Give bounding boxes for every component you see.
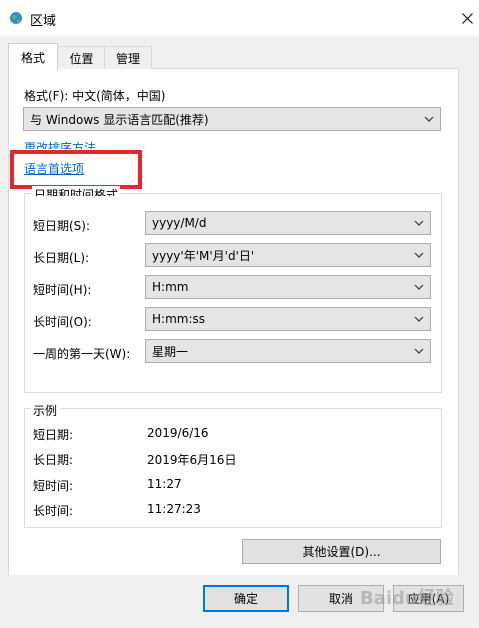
- chevron-down-icon: [414, 252, 424, 258]
- example-short-date-value: 2019/6/16: [147, 426, 209, 440]
- example-long-date-label: 长日期:: [33, 453, 74, 467]
- first-day-dropdown[interactable]: 星期一: [145, 339, 431, 363]
- example-group-title: 示例: [30, 402, 61, 419]
- short-time-label: 短时间(H):: [33, 283, 92, 297]
- change-sort-link[interactable]: 更改排序方法: [24, 139, 96, 149]
- example-long-date-value: 2019年6月16日: [147, 453, 237, 467]
- example-group: [24, 408, 442, 528]
- format-dropdown-value: 与 Windows 显示语言匹配(推荐): [30, 112, 209, 127]
- long-date-value: yyyy'年'M'月'd'日': [152, 248, 255, 263]
- chevron-down-icon: [414, 220, 424, 226]
- title-bar: [0, 0, 479, 36]
- long-date-label: 长日期(L):: [33, 251, 90, 265]
- tab-location[interactable]: 位置: [57, 46, 106, 69]
- example-short-time-value: 11:27: [147, 477, 182, 491]
- additional-settings-button[interactable]: 其他设置(D)...: [242, 539, 441, 564]
- long-time-dropdown[interactable]: H:mm:ss: [145, 307, 431, 331]
- long-time-value: H:mm:ss: [152, 312, 205, 326]
- watermark: Baidu经验: [360, 588, 454, 609]
- format-label: 格式(F): 中文(简体，中国): [24, 89, 166, 103]
- first-day-label: 一周的第一天(W):: [33, 347, 131, 361]
- globe-icon: [9, 11, 23, 25]
- long-date-dropdown[interactable]: yyyy'年'M'月'd'日': [145, 243, 431, 267]
- chevron-down-icon: [414, 284, 424, 290]
- short-time-value: H:mm: [152, 280, 189, 294]
- long-time-label: 长时间(O):: [33, 315, 92, 329]
- highlight-annotation: [10, 150, 142, 189]
- first-day-value: 星期一: [152, 344, 189, 359]
- format-dropdown[interactable]: 与 Windows 显示语言匹配(推荐): [23, 107, 441, 131]
- short-date-label: 短日期(S):: [33, 219, 91, 233]
- example-long-time-value: 11:27:23: [147, 502, 201, 516]
- chevron-down-icon: [414, 316, 424, 322]
- example-short-time-label: 短时间:: [33, 479, 74, 493]
- example-short-date-label: 短日期:: [33, 428, 74, 442]
- short-date-value: yyyy/M/d: [152, 216, 207, 230]
- datetime-group-title: 日期和时间格式: [32, 186, 121, 196]
- chevron-down-icon: [414, 348, 424, 354]
- ok-button[interactable]: 确定: [203, 585, 289, 612]
- tab-formats[interactable]: 格式: [8, 43, 58, 70]
- close-button[interactable]: [456, 6, 478, 30]
- example-long-time-label: 长时间:: [33, 504, 74, 518]
- tab-administrative[interactable]: 管理: [104, 46, 152, 69]
- close-icon: [461, 12, 473, 24]
- window-title: 区域: [30, 14, 57, 29]
- short-time-dropdown[interactable]: H:mm: [145, 275, 431, 299]
- chevron-down-icon: [424, 116, 434, 122]
- short-date-dropdown[interactable]: yyyy/M/d: [145, 211, 431, 235]
